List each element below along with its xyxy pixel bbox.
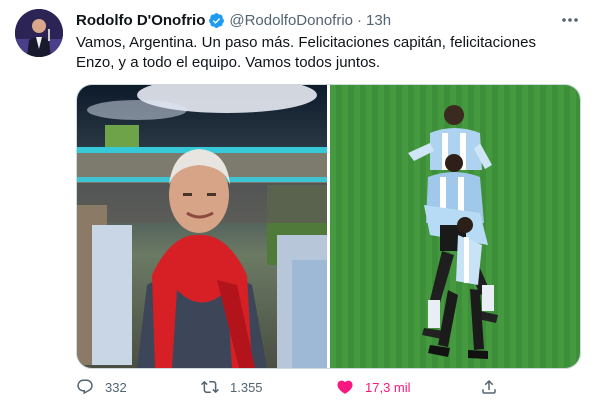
like-button[interactable]: 17,3 mil: [336, 378, 411, 396]
share-icon: [482, 379, 496, 394]
heart-icon: [337, 380, 353, 394]
more-horizontal-icon[interactable]: [560, 10, 580, 30]
tweet[interactable]: Rodolfo D'Onofrio @RodolfoDonofrio · 13h…: [0, 0, 600, 408]
photo-stadium-fan[interactable]: [77, 85, 327, 368]
reply-count: 332: [105, 379, 127, 395]
tweet-media: [76, 84, 581, 369]
author-handle[interactable]: @RodolfoDonofrio: [229, 12, 353, 29]
header-separator: ·: [357, 11, 363, 29]
retweet-count: 1.355: [230, 379, 263, 395]
photo-players-celebrating[interactable]: [330, 85, 580, 368]
retweet-icon: [201, 380, 219, 394]
author-name[interactable]: Rodolfo D'Onofrio: [76, 12, 205, 29]
stadium-fan-image: [77, 85, 327, 368]
reply-icon: [77, 379, 93, 395]
retweet-button[interactable]: 1.355: [201, 378, 263, 396]
avatar[interactable]: [15, 9, 63, 57]
tweet-timestamp[interactable]: 13h: [366, 12, 391, 29]
tweet-text: Vamos, Argentina. Un paso más. Felicitac…: [76, 34, 536, 71]
avatar-image: [15, 9, 63, 57]
players-celebrating-image: [330, 85, 580, 368]
like-count: 17,3 mil: [365, 379, 411, 395]
tweet-header: Rodolfo D'Onofrio @RodolfoDonofrio · 13h: [76, 10, 391, 30]
share-button[interactable]: [480, 378, 498, 396]
verified-badge-icon: [209, 12, 225, 28]
reply-button[interactable]: 332: [76, 378, 127, 396]
tweet-actions: 332 1.355 17,3 mil: [76, 378, 506, 400]
